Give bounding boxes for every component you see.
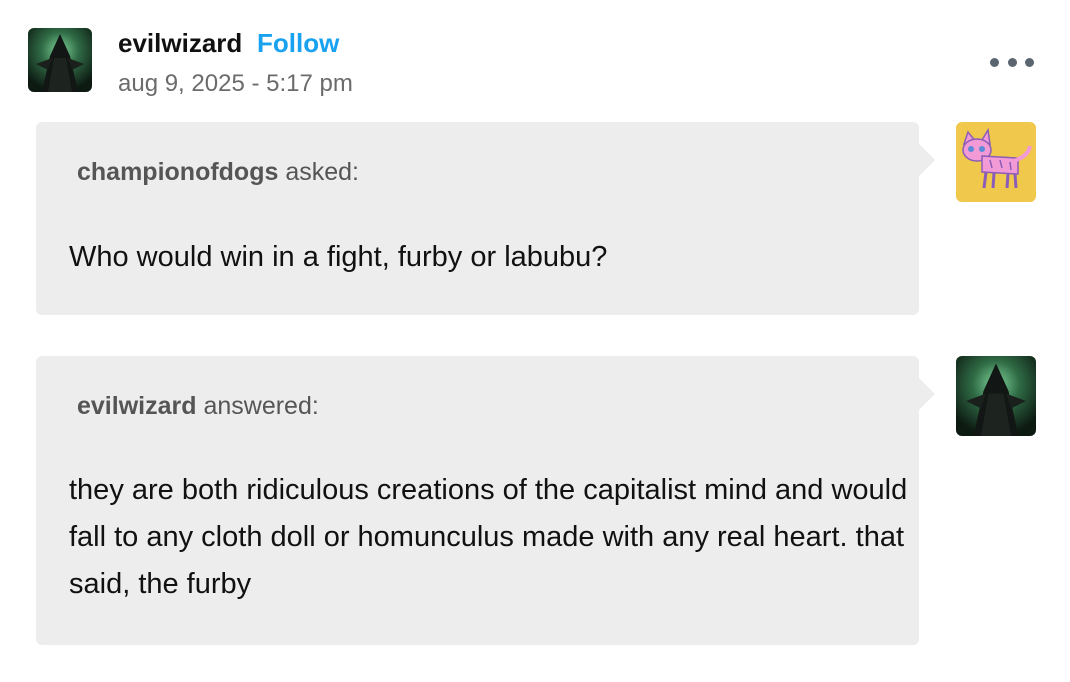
answer-text: they are both ridiculous creations of th… xyxy=(69,474,908,600)
answer-verb: answered: xyxy=(203,392,319,420)
ask-verb: asked: xyxy=(285,158,360,186)
author-name[interactable]: evilwizard xyxy=(118,28,242,59)
author-avatar[interactable] xyxy=(28,28,92,92)
ellipsis-dot-icon xyxy=(1007,57,1017,67)
question-text: Who would win in a fight, furby or labub… xyxy=(69,241,608,273)
asker-name[interactable]: championofdogs xyxy=(77,158,278,186)
wizard-avatar-icon xyxy=(28,28,92,92)
wizard-avatar-icon xyxy=(956,356,1036,436)
answerer-name[interactable]: evilwizard xyxy=(77,392,197,420)
answer-attribution: evilwizard answered: xyxy=(77,392,319,421)
more-options-button[interactable] xyxy=(990,52,1034,72)
ask-attribution: championofdogs asked: xyxy=(77,158,359,187)
follow-button[interactable]: Follow xyxy=(257,28,339,59)
ellipsis-dot-icon xyxy=(1025,57,1034,67)
answerer-avatar[interactable] xyxy=(956,356,1036,436)
ellipsis-dot-icon xyxy=(990,57,999,67)
answer-bubble: evilwizard answered: they are both ridic… xyxy=(36,356,935,645)
ask-bubble: championofdogs asked: Who would win in a… xyxy=(36,122,935,315)
cat-avatar-icon xyxy=(956,122,1036,202)
asker-avatar[interactable] xyxy=(956,122,1036,202)
post-timestamp[interactable]: aug 9, 2025 - 5:17 pm xyxy=(118,70,353,98)
